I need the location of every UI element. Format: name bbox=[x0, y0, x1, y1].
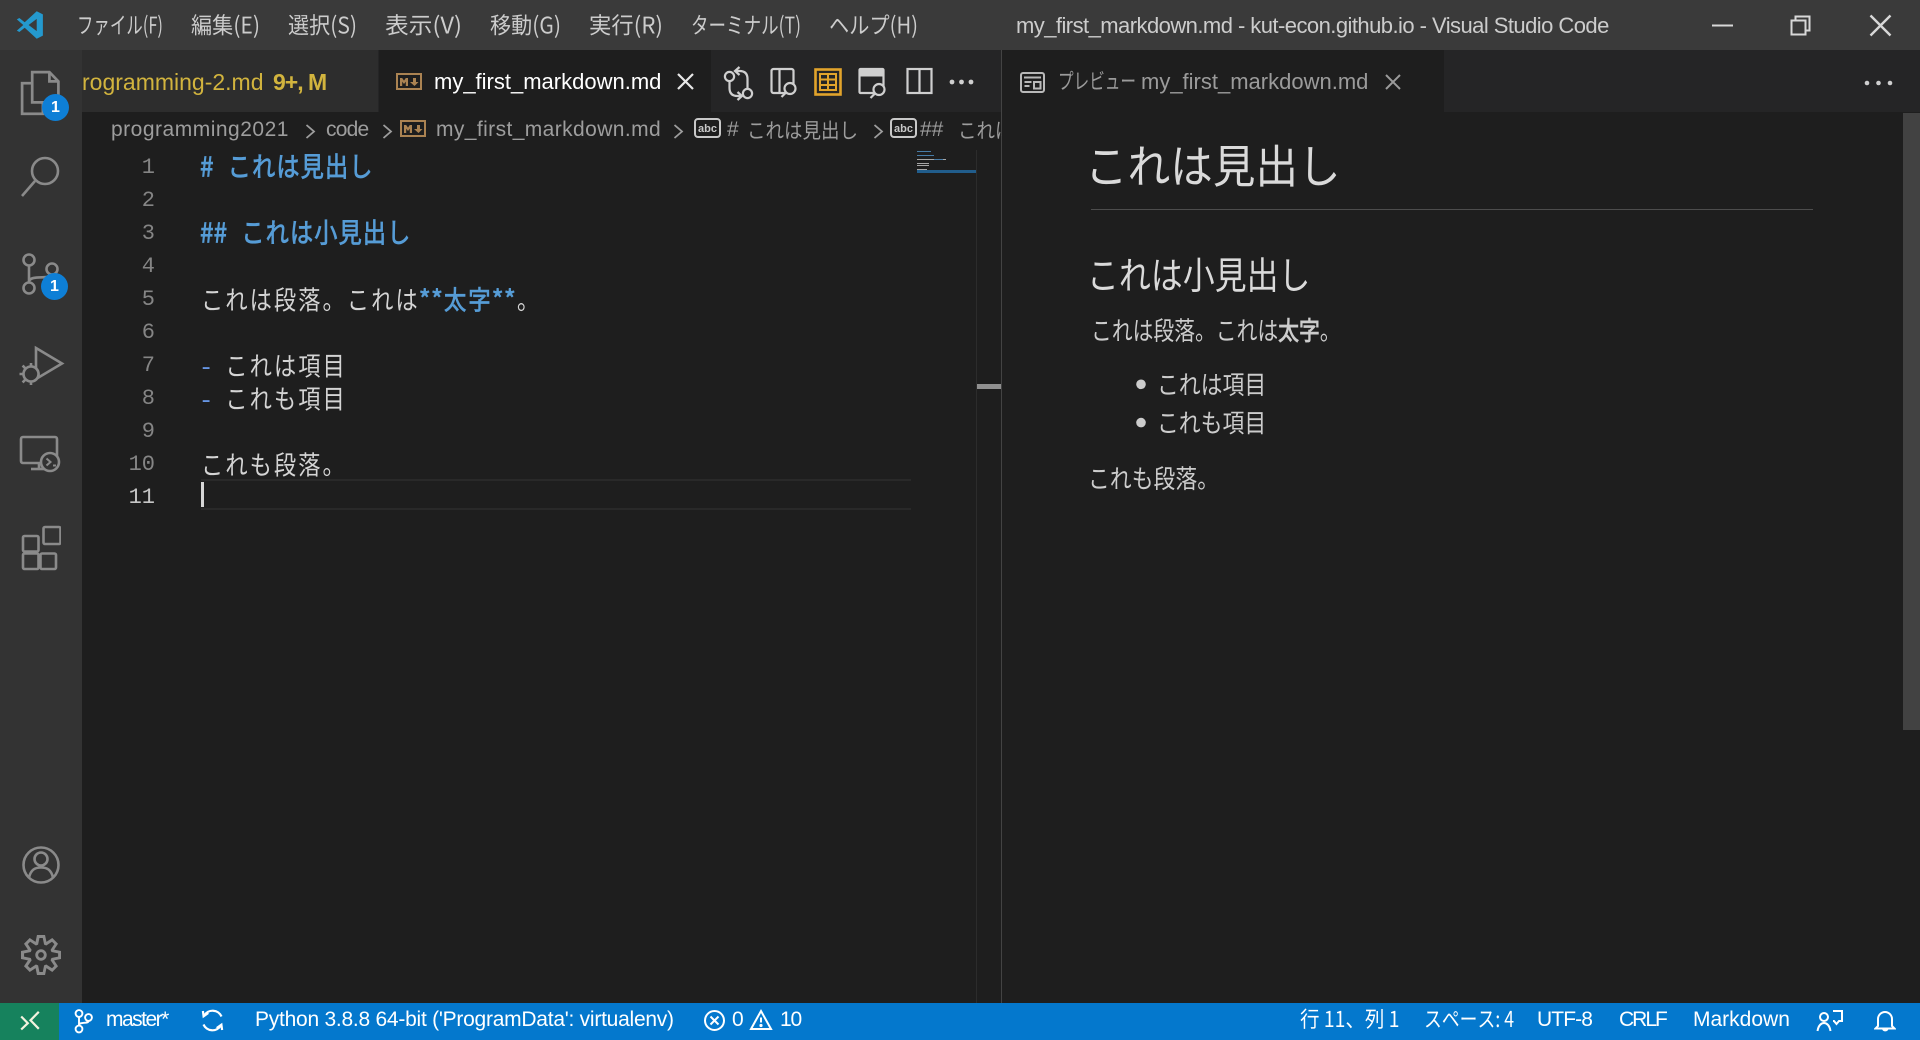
svg-text:abc: abc bbox=[698, 123, 717, 135]
svg-text:abc: abc bbox=[894, 123, 913, 135]
